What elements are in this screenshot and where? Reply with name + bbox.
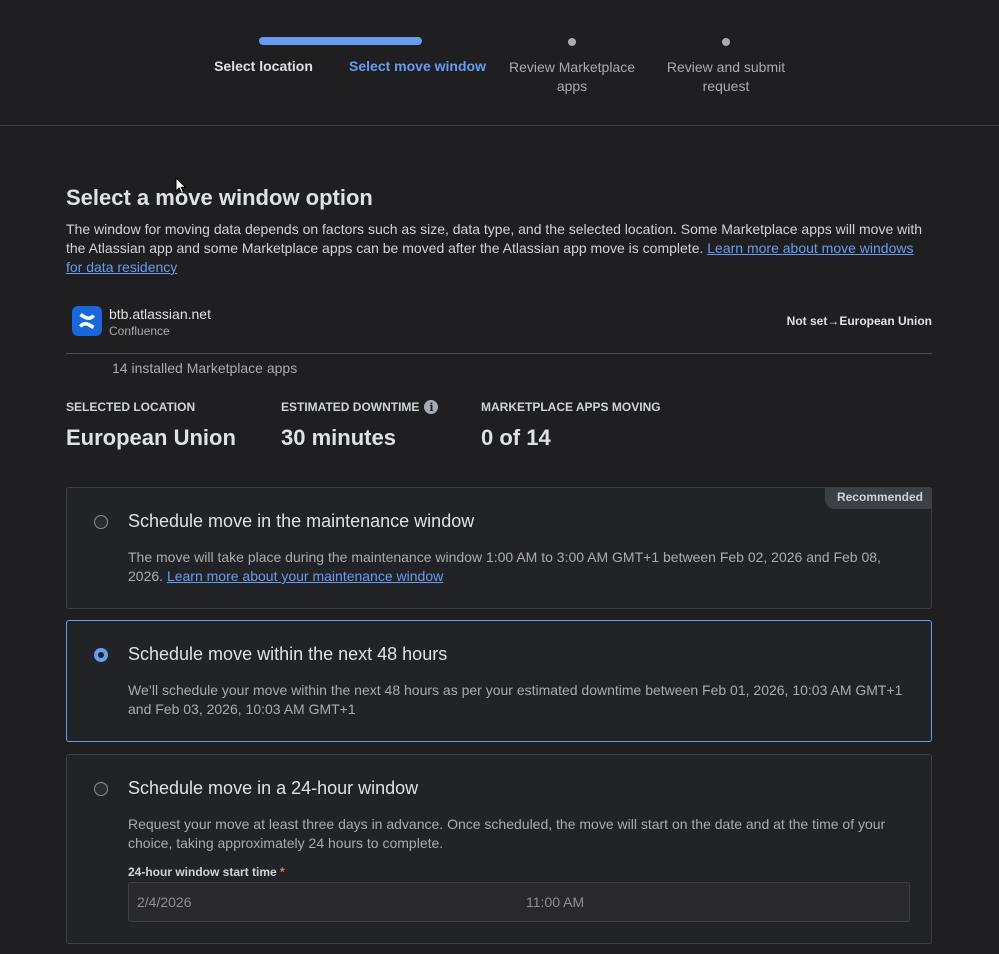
step-select-location: Select location	[206, 57, 321, 76]
option-title: Schedule move in a 24-hour window	[128, 778, 419, 798]
required-marker: *	[280, 865, 285, 879]
radio-24-hour-window[interactable]	[94, 782, 108, 796]
option-next-48-hours[interactable]: Schedule move within the next 48 hours W…	[66, 620, 932, 742]
step-dot	[568, 38, 576, 46]
step-review-and-submit: Review and submit request	[656, 38, 796, 96]
site-row: btb.atlassian.net Confluence Not set→Eur…	[66, 300, 932, 354]
progress-stepper: Select location Select move window Revie…	[0, 0, 999, 126]
option-maintenance-window[interactable]: Recommended Schedule move in the mainten…	[66, 487, 932, 609]
step-dot	[722, 38, 730, 46]
step-label: Select location	[214, 58, 313, 74]
radio-maintenance-window[interactable]	[94, 515, 108, 529]
apps-moving-value: 0 of 14	[481, 425, 551, 450]
intro-text: The window for moving data depends on fa…	[66, 221, 923, 275]
stat-estimated-downtime: ESTIMATED DOWNTIME i 30 minutes	[281, 400, 439, 451]
step-review-marketplace-apps: Review Marketplace apps	[502, 38, 642, 96]
arrow-right-icon: →	[827, 314, 840, 328]
page-title: Select a move window option	[66, 185, 373, 210]
option-24-hour-window[interactable]: Schedule move in a 24-hour window Reques…	[66, 754, 932, 944]
step-select-move-window: Select move window	[345, 57, 490, 76]
step-label: Review Marketplace apps	[508, 59, 636, 94]
estimated-downtime-value: 30 minutes	[281, 425, 396, 450]
installed-apps-count: 14 installed Marketplace apps	[112, 360, 298, 376]
start-time-field[interactable]: 2/4/2026 11:00 AM	[128, 882, 910, 922]
option-description: We’ll schedule your move within the next…	[128, 682, 903, 717]
info-icon[interactable]: i	[424, 400, 439, 414]
progress-bar-completed	[259, 37, 422, 45]
option-description: The move will take place during the main…	[128, 549, 881, 584]
selected-location-value: European Union	[66, 425, 236, 450]
site-product: Confluence	[109, 324, 170, 338]
option-description: Request your move at least three days in…	[128, 816, 886, 851]
time-input[interactable]: 11:00 AM	[526, 894, 584, 910]
learn-more-maintenance-link[interactable]: Learn more about your maintenance window	[167, 568, 443, 584]
recommended-badge: Recommended	[824, 487, 932, 509]
step-label: Select move window	[349, 58, 486, 74]
site-name: btb.atlassian.net	[109, 306, 211, 322]
start-time-label: 24-hour window start time *	[128, 865, 285, 879]
step-label: Review and submit request	[666, 59, 786, 94]
location-change: Not set→European Union	[786, 314, 932, 328]
option-title: Schedule move in the maintenance window	[128, 511, 475, 531]
stat-marketplace-apps-moving: MARKETPLACE APPS MOVING 0 of 14	[481, 400, 661, 450]
stat-selected-location: SELECTED LOCATION European Union	[66, 400, 236, 450]
option-title: Schedule move within the next 48 hours	[128, 644, 448, 664]
date-input[interactable]: 2/4/2026	[137, 894, 192, 910]
confluence-icon	[72, 306, 102, 336]
radio-next-48-hours[interactable]	[94, 648, 108, 662]
